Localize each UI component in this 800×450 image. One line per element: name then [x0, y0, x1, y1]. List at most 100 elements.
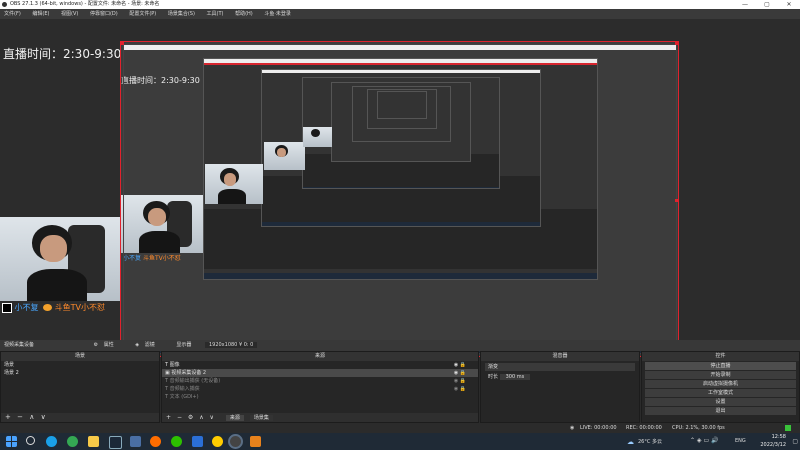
selected-source-label: 视频采集设备: [4, 342, 35, 348]
move-up-icon[interactable]: ∧: [29, 413, 34, 421]
nested-webcam-4: [303, 127, 332, 147]
controls-panel: 控件 停止直播 开始录制 启动虚拟摄像机 工作室模式 设置 退出: [641, 351, 800, 423]
game-icon[interactable]: [130, 436, 141, 447]
filters-button[interactable]: ◈ 滤镜: [135, 342, 162, 348]
stream-health-icon: [785, 425, 791, 431]
scenes-panel: 场景 场景 场景 2 + − ∧ ∨: [0, 351, 160, 423]
source-item-audio-output[interactable]: T 音频输出捕获 (无设备) ◉ 🔒: [162, 377, 478, 385]
weather-text[interactable]: 26°C 多云: [638, 438, 662, 445]
nested-webcam-3: [264, 142, 305, 170]
visibility-eye-icon[interactable]: ◉ 🔒: [454, 361, 466, 369]
schedule-text: 直播时间：2:30-9:30: [3, 47, 122, 61]
source-toolbar: 视频采集设备 ⚙ 属性 ◈ 滤镜 显示器 1920x1080 ¥ 0: 0: [0, 340, 800, 351]
sources-panel-title: 来源: [162, 352, 478, 361]
wechat-icon[interactable]: [171, 436, 182, 447]
tab-sources[interactable]: 来源: [225, 415, 244, 421]
duration-field[interactable]: 300 ms: [499, 374, 531, 380]
steam-icon[interactable]: [109, 436, 122, 449]
source-item-image[interactable]: T 图像 ◉ 🔒: [162, 361, 478, 369]
language-indicator[interactable]: ENG: [735, 438, 746, 444]
menu-douyu[interactable]: 斗鱼·未登录: [264, 11, 291, 17]
windows-start-icon[interactable]: [6, 436, 17, 447]
menu-view[interactable]: 视图(V): [61, 11, 78, 17]
start-recording-button[interactable]: 开始录制: [645, 371, 796, 379]
close-button[interactable]: ✕: [778, 0, 800, 9]
maximize-button[interactable]: ▢: [756, 0, 778, 9]
clock-date: 2022/3/12: [760, 442, 786, 448]
scene-canvas[interactable]: 直播时间：2:30-9:30 小不复 斗鱼TV小不怼: [120, 41, 679, 357]
exit-button[interactable]: 退出: [645, 407, 796, 415]
qq-icon[interactable]: [212, 436, 223, 447]
add-scene-button[interactable]: +: [5, 413, 11, 421]
remove-source-button[interactable]: −: [177, 414, 182, 421]
scenes-panel-title: 场景: [1, 352, 159, 361]
window-title: OBS 27.1.3 (64-bit, windows) - 配置文件: 未命名…: [10, 1, 160, 7]
clock[interactable]: 12:58 2022/3/12: [760, 433, 786, 450]
obs-taskbar-icon[interactable]: [230, 436, 241, 447]
nested-obs-level-8: [377, 91, 427, 119]
settings-button[interactable]: 设置: [645, 398, 796, 406]
move-down-icon[interactable]: ∨: [210, 414, 214, 421]
menu-bar: 文件(F) 编辑(E) 视图(V) 停靠窗口(D) 配置文件(P) 场景集合(S…: [0, 9, 800, 19]
source-properties-icon[interactable]: ⚙: [188, 414, 193, 421]
menu-tools[interactable]: 工具(T): [207, 11, 224, 17]
chrome-icon[interactable]: [67, 436, 78, 447]
orange-app-icon[interactable]: [250, 436, 261, 447]
resize-handle-top-right[interactable]: [675, 42, 678, 45]
search-icon[interactable]: [26, 436, 35, 445]
menu-scene-collection[interactable]: 场景集合(S): [168, 11, 195, 17]
weather-icon: ☁: [627, 438, 634, 446]
transition-duration: 时长 300 ms: [485, 373, 635, 381]
add-source-button[interactable]: +: [166, 414, 171, 421]
menu-edit[interactable]: 编辑(E): [32, 11, 49, 17]
mixer-panel: 混音器 渐变 时长 300 ms: [480, 351, 640, 423]
resize-handle-top-left[interactable]: [121, 42, 124, 45]
rec-status: REC: 00:00:00: [626, 425, 662, 431]
scene-item[interactable]: 场景 2: [1, 369, 159, 377]
virtual-camera-button[interactable]: 启动虚拟摄像机: [645, 380, 796, 388]
visibility-eye-icon[interactable]: ◉ 🔒: [454, 377, 466, 385]
menu-file[interactable]: 文件(F): [4, 11, 21, 17]
webcam-feed: [0, 217, 124, 301]
controls-panel-title: 控件: [642, 352, 799, 361]
remove-scene-button[interactable]: −: [17, 413, 23, 421]
notification-icon[interactable]: ▢: [792, 438, 798, 445]
device-select[interactable]: 1920x1080 ¥ 0: 0: [204, 342, 258, 348]
obs-logo-icon: [2, 2, 7, 7]
stop-streaming-button[interactable]: 停止直播: [645, 362, 796, 370]
title-bar: OBS 27.1.3 (64-bit, windows) - 配置文件: 未命名…: [0, 0, 800, 9]
tray-icons[interactable]: ⌃ ◈ ▭ 🔊: [690, 437, 719, 444]
social-line: 小不复 斗鱼TV小不怼: [2, 302, 105, 313]
live-status: LIVE: 00:00:00: [580, 425, 617, 431]
sources-panel: 来源 T 图像 ◉ 🔒 ▣ 视频采集设备 2 ◉ 🔒 T 音频输出捕获 (无设备) ◉…: [161, 351, 479, 423]
scene-item[interactable]: 场景: [1, 361, 159, 369]
clock-time: 12:58: [771, 434, 786, 440]
wechat-work-icon[interactable]: [88, 436, 99, 447]
studio-mode-button[interactable]: 工作室模式: [645, 389, 796, 397]
move-down-icon[interactable]: ∨: [41, 413, 46, 421]
mixer-panel-title: 混音器: [481, 352, 639, 361]
tiktok-icon: [2, 302, 12, 313]
browser-icon[interactable]: [150, 436, 161, 447]
tab-scene-collection[interactable]: 场景集: [249, 415, 273, 421]
minimize-button[interactable]: —: [734, 0, 756, 9]
edge-icon[interactable]: [46, 436, 57, 447]
resize-handle-right[interactable]: [675, 199, 678, 202]
transition-select[interactable]: 渐变: [485, 363, 635, 371]
properties-button[interactable]: ⚙ 属性: [94, 342, 122, 348]
menu-help[interactable]: 帮助(H): [235, 11, 253, 17]
weibo-icon: [43, 304, 53, 311]
visibility-eye-icon[interactable]: ◉ 🔒: [454, 385, 466, 393]
menu-docks[interactable]: 停靠窗口(D): [90, 11, 118, 17]
preview-area[interactable]: 直播时间：2:30-9:30 小不复 斗鱼TV小不怼 直播时间：2:30-9:3…: [0, 19, 800, 357]
source-item-audio-input[interactable]: T 音频输入捕获 ◉ 🔒: [162, 385, 478, 393]
move-up-icon[interactable]: ∧: [199, 414, 203, 421]
windows-taskbar: ☁ 26°C 多云 ⌃ ◈ ▭ 🔊 ENG 12:58 2022/3/12 ▢: [0, 433, 800, 450]
app-icon[interactable]: [192, 436, 203, 447]
live-indicator-icon: ◉: [570, 425, 575, 431]
visibility-eye-icon[interactable]: ◉ 🔒: [454, 369, 466, 377]
source-item-video-capture[interactable]: ▣ 视频采集设备 2 ◉ 🔒: [162, 369, 478, 377]
source-item-text[interactable]: T 文本 (GDI+): [162, 393, 478, 401]
device-label: 显示器: [176, 342, 192, 348]
menu-profile[interactable]: 配置文件(P): [129, 11, 156, 17]
